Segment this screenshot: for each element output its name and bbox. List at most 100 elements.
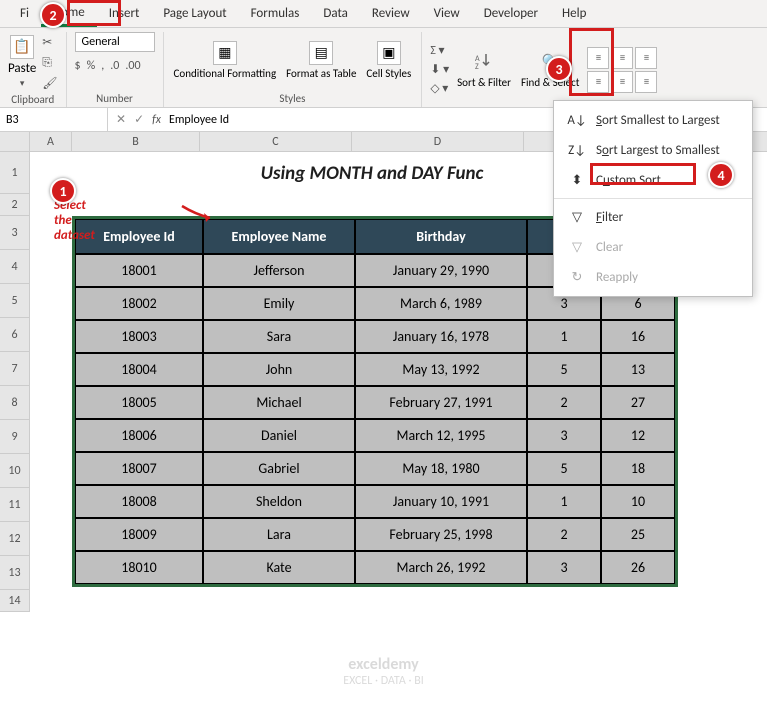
- cell[interactable]: 18002: [75, 287, 203, 320]
- dropdown-sort-az[interactable]: A↓ Sort Smallest to Largest: [554, 105, 752, 135]
- row-header-11[interactable]: 11: [0, 488, 30, 522]
- cell[interactable]: 18008: [75, 485, 203, 518]
- cell[interactable]: Lara: [203, 518, 355, 551]
- cell-styles-button[interactable]: ▣ Cell Styles: [364, 41, 413, 80]
- clear-icon[interactable]: ◇ ▾: [430, 81, 449, 96]
- tab-view[interactable]: View: [422, 2, 472, 25]
- tab-insert[interactable]: Insert: [97, 2, 152, 25]
- align-top-right[interactable]: ≡: [635, 47, 657, 69]
- increase-decimal-icon[interactable]: .0: [110, 59, 119, 73]
- cell[interactable]: 1: [527, 320, 601, 353]
- cell[interactable]: 18: [601, 452, 675, 485]
- cell[interactable]: January 16, 1978: [355, 320, 527, 353]
- row-header-8[interactable]: 8: [0, 386, 30, 420]
- cell[interactable]: Sara: [203, 320, 355, 353]
- col-header-C[interactable]: C: [200, 132, 352, 151]
- header-birthday[interactable]: Birthday: [355, 219, 527, 254]
- cell[interactable]: 18006: [75, 419, 203, 452]
- cell[interactable]: February 25, 1998: [355, 518, 527, 551]
- cut-icon[interactable]: ✂: [42, 35, 57, 50]
- conditional-formatting-button[interactable]: ▦ Conditional Formatting: [172, 41, 279, 80]
- row-header-12[interactable]: 12: [0, 522, 30, 556]
- tab-developer[interactable]: Developer: [472, 2, 550, 25]
- copy-icon[interactable]: ⎘: [42, 56, 57, 70]
- cell[interactable]: 18003: [75, 320, 203, 353]
- row-header-6[interactable]: 6: [0, 318, 30, 352]
- decrease-decimal-icon[interactable]: .00: [125, 59, 140, 73]
- align-bottom-left[interactable]: ≡: [587, 71, 609, 93]
- cell[interactable]: John: [203, 353, 355, 386]
- cell[interactable]: 2: [527, 386, 601, 419]
- row-header-1[interactable]: 1: [0, 152, 30, 194]
- cell[interactable]: 25: [601, 518, 675, 551]
- tab-page-layout[interactable]: Page Layout: [151, 2, 238, 25]
- cell[interactable]: Gabriel: [203, 452, 355, 485]
- cell[interactable]: Emily: [203, 287, 355, 320]
- dropdown-sort-za[interactable]: Z↓ Sort Largest to Smallest: [554, 135, 752, 165]
- cell[interactable]: Sheldon: [203, 485, 355, 518]
- cell[interactable]: January 29, 1990: [355, 254, 527, 287]
- tab-review[interactable]: Review: [360, 2, 422, 25]
- cell[interactable]: 1: [527, 485, 601, 518]
- cell[interactable]: March 26, 1992: [355, 551, 527, 584]
- cell[interactable]: Jefferson: [203, 254, 355, 287]
- row-header-4[interactable]: 4: [0, 250, 30, 284]
- row-header-2[interactable]: 2: [0, 194, 30, 216]
- cell[interactable]: Daniel: [203, 419, 355, 452]
- cell[interactable]: 18007: [75, 452, 203, 485]
- tab-help[interactable]: Help: [550, 2, 598, 25]
- align-top-left[interactable]: ≡: [587, 47, 609, 69]
- cell[interactable]: May 18, 1980: [355, 452, 527, 485]
- cell[interactable]: February 27, 1991: [355, 386, 527, 419]
- name-box[interactable]: B3: [0, 108, 108, 131]
- cell[interactable]: 3: [527, 419, 601, 452]
- cell[interactable]: 16: [601, 320, 675, 353]
- cancel-formula-icon[interactable]: ✕: [116, 112, 126, 127]
- cell[interactable]: 27: [601, 386, 675, 419]
- autosum-icon[interactable]: Σ ▾: [430, 43, 449, 58]
- cell[interactable]: March 6, 1989: [355, 287, 527, 320]
- cell[interactable]: Kate: [203, 551, 355, 584]
- currency-icon[interactable]: $: [75, 59, 81, 73]
- align-top-center[interactable]: ≡: [611, 47, 633, 69]
- tab-formulas[interactable]: Formulas: [239, 2, 312, 25]
- row-header-13[interactable]: 13: [0, 556, 30, 590]
- row-header-3[interactable]: 3: [0, 216, 30, 250]
- row-header-10[interactable]: 10: [0, 454, 30, 488]
- format-painter-icon[interactable]: 🖌: [42, 76, 57, 91]
- cell[interactable]: Michael: [203, 386, 355, 419]
- number-format-select[interactable]: General: [75, 32, 155, 52]
- fill-icon[interactable]: ⬇ ▾: [430, 62, 449, 77]
- row-header-5[interactable]: 5: [0, 284, 30, 318]
- align-bottom-right[interactable]: ≡: [635, 71, 657, 93]
- tab-data[interactable]: Data: [311, 2, 360, 25]
- row-header-7[interactable]: 7: [0, 352, 30, 386]
- fx-icon[interactable]: fx: [152, 113, 161, 127]
- cell[interactable]: 10: [601, 485, 675, 518]
- cell[interactable]: 18009: [75, 518, 203, 551]
- tab-file[interactable]: Fi: [8, 2, 41, 25]
- cell[interactable]: May 13, 1992: [355, 353, 527, 386]
- cell[interactable]: 18010: [75, 551, 203, 584]
- cell[interactable]: 18005: [75, 386, 203, 419]
- format-as-table-button[interactable]: ▤ Format as Table: [284, 41, 358, 80]
- cell[interactable]: 26: [601, 551, 675, 584]
- row-header-14[interactable]: 14: [0, 590, 30, 612]
- cell[interactable]: 12: [601, 419, 675, 452]
- cell[interactable]: 5: [527, 353, 601, 386]
- header-employee-name[interactable]: Employee Name: [203, 219, 355, 254]
- row-header-9[interactable]: 9: [0, 420, 30, 454]
- cell[interactable]: 18004: [75, 353, 203, 386]
- paste-button[interactable]: 📋 Paste ▾: [8, 35, 36, 89]
- select-all-corner[interactable]: [0, 132, 30, 151]
- comma-icon[interactable]: ,: [101, 59, 104, 73]
- cell[interactable]: 5: [527, 452, 601, 485]
- cell[interactable]: March 12, 1995: [355, 419, 527, 452]
- formula-input[interactable]: Employee Id: [169, 113, 229, 127]
- percent-icon[interactable]: %: [87, 59, 96, 73]
- cell[interactable]: 2: [527, 518, 601, 551]
- align-bottom-center[interactable]: ≡: [611, 71, 633, 93]
- col-header-B[interactable]: B: [72, 132, 200, 151]
- cell[interactable]: 13: [601, 353, 675, 386]
- dropdown-filter[interactable]: ▽ Filter: [554, 202, 752, 232]
